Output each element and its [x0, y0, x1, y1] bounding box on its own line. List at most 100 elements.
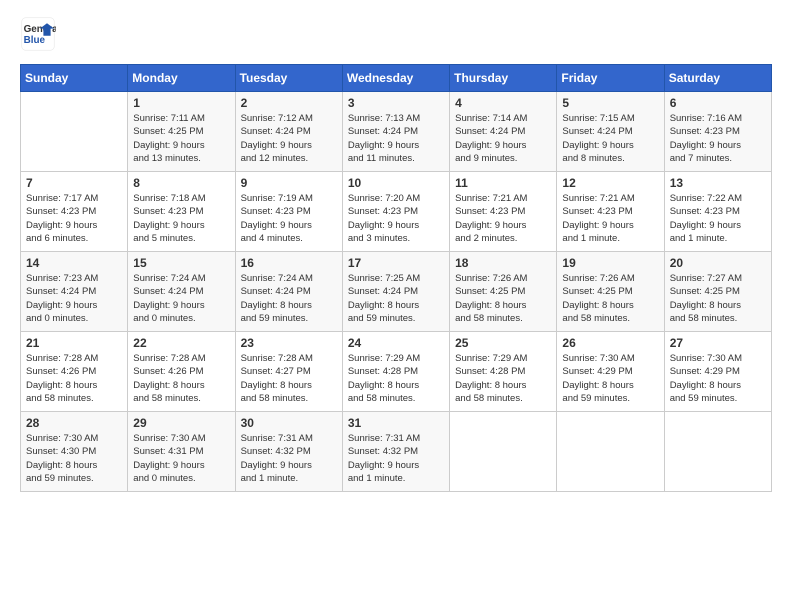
- calendar-cell: 25Sunrise: 7:29 AM Sunset: 4:28 PM Dayli…: [450, 332, 557, 412]
- calendar-cell: 30 Sunrise: 7:31 AM Sunset: 4:32 PM Dayli…: [235, 412, 342, 492]
- cell-info: Sunrise: 7:12 AM Sunset: 4:24 PM Dayligh…: [241, 112, 337, 165]
- cell-info: Sunrise: 7:25 AM Sunset: 4:24 PM Dayligh…: [348, 272, 444, 325]
- calendar-cell: 24 Sunrise: 7:29 AM Sunset: 4:28 PM Dayli…: [342, 332, 449, 412]
- calendar-cell: 23 Sunrise: 7:28 AM Sunset: 4:27 PM Dayli…: [235, 332, 342, 412]
- logo: General Blue: [20, 16, 62, 52]
- cell-info: Sunrise: 7:27 AM Sunset: 4:25 PM Dayligh…: [670, 272, 766, 325]
- cell-info: Sunrise: 7:31 AM Sunset: 4:32 PM Dayligh…: [348, 432, 444, 485]
- day-number: 20: [670, 256, 766, 270]
- svg-text:Blue: Blue: [24, 35, 46, 46]
- day-number: 2: [241, 96, 337, 110]
- day-number: 28: [26, 416, 122, 430]
- day-number: 29: [133, 416, 229, 430]
- calendar-cell: 21 Sunrise: 7:28 AM Sunset: 4:26 PM Dayli…: [21, 332, 128, 412]
- calendar-cell: 29 Sunrise: 7:30 AM Sunset: 4:31 PM Dayli…: [128, 412, 235, 492]
- week-row-0: 1 Sunrise: 7:11 AM Sunset: 4:25 PM Daylig…: [21, 92, 772, 172]
- calendar-cell: 12 Sunrise: 7:21 AM Sunset: 4:23 PM Dayli…: [557, 172, 664, 252]
- calendar-cell: 17 Sunrise: 7:25 AM Sunset: 4:24 PM Dayli…: [342, 252, 449, 332]
- cell-info: Sunrise: 7:28 AM Sunset: 4:26 PM Dayligh…: [26, 352, 122, 405]
- cell-info: Sunrise: 7:22 AM Sunset: 4:23 PM Dayligh…: [670, 192, 766, 245]
- day-number: 9: [241, 176, 337, 190]
- header: General Blue: [20, 16, 772, 52]
- day-number: 6: [670, 96, 766, 110]
- cell-info: Sunrise: 7:15 AM Sunset: 4:24 PM Dayligh…: [562, 112, 658, 165]
- cell-info: Sunrise: 7:31 AM Sunset: 4:32 PM Dayligh…: [241, 432, 337, 485]
- day-number: 24: [348, 336, 444, 350]
- calendar-cell: [664, 412, 771, 492]
- week-row-2: 14 Sunrise: 7:23 AM Sunset: 4:24 PM Dayli…: [21, 252, 772, 332]
- calendar-cell: 4 Sunrise: 7:14 AM Sunset: 4:24 PM Daylig…: [450, 92, 557, 172]
- calendar-cell: 14 Sunrise: 7:23 AM Sunset: 4:24 PM Dayli…: [21, 252, 128, 332]
- cell-info: Sunrise: 7:18 AM Sunset: 4:23 PM Dayligh…: [133, 192, 229, 245]
- day-number: 4: [455, 96, 551, 110]
- week-row-1: 7Sunrise: 7:17 AM Sunset: 4:23 PM Daylig…: [21, 172, 772, 252]
- day-number: 3: [348, 96, 444, 110]
- day-number: 8: [133, 176, 229, 190]
- weekday-thursday: Thursday: [450, 65, 557, 92]
- week-row-4: 28Sunrise: 7:30 AM Sunset: 4:30 PM Dayli…: [21, 412, 772, 492]
- logo-icon: General Blue: [20, 16, 56, 52]
- cell-info: Sunrise: 7:11 AM Sunset: 4:25 PM Dayligh…: [133, 112, 229, 165]
- weekday-friday: Friday: [557, 65, 664, 92]
- day-number: 15: [133, 256, 229, 270]
- weekday-tuesday: Tuesday: [235, 65, 342, 92]
- cell-info: Sunrise: 7:30 AM Sunset: 4:29 PM Dayligh…: [670, 352, 766, 405]
- day-number: 12: [562, 176, 658, 190]
- calendar-cell: [450, 412, 557, 492]
- cell-info: Sunrise: 7:28 AM Sunset: 4:27 PM Dayligh…: [241, 352, 337, 405]
- calendar-cell: 19Sunrise: 7:26 AM Sunset: 4:25 PM Dayli…: [557, 252, 664, 332]
- calendar-cell: 10 Sunrise: 7:20 AM Sunset: 4:23 PM Dayli…: [342, 172, 449, 252]
- weekday-header-row: SundayMondayTuesdayWednesdayThursdayFrid…: [21, 65, 772, 92]
- cell-info: Sunrise: 7:30 AM Sunset: 4:31 PM Dayligh…: [133, 432, 229, 485]
- calendar-cell: 26 Sunrise: 7:30 AM Sunset: 4:29 PM Dayli…: [557, 332, 664, 412]
- cell-info: Sunrise: 7:26 AM Sunset: 4:25 PM Dayligh…: [455, 272, 551, 325]
- calendar-cell: 15Sunrise: 7:24 AM Sunset: 4:24 PM Dayli…: [128, 252, 235, 332]
- calendar-cell: 9 Sunrise: 7:19 AM Sunset: 4:23 PM Daylig…: [235, 172, 342, 252]
- calendar-cell: 22Sunrise: 7:28 AM Sunset: 4:26 PM Dayli…: [128, 332, 235, 412]
- calendar-cell: 20 Sunrise: 7:27 AM Sunset: 4:25 PM Dayli…: [664, 252, 771, 332]
- calendar-cell: 8 Sunrise: 7:18 AM Sunset: 4:23 PM Daylig…: [128, 172, 235, 252]
- day-number: 1: [133, 96, 229, 110]
- cell-info: Sunrise: 7:19 AM Sunset: 4:23 PM Dayligh…: [241, 192, 337, 245]
- cell-info: Sunrise: 7:14 AM Sunset: 4:24 PM Dayligh…: [455, 112, 551, 165]
- cell-info: Sunrise: 7:21 AM Sunset: 4:23 PM Dayligh…: [562, 192, 658, 245]
- day-number: 18: [455, 256, 551, 270]
- calendar-cell: 1 Sunrise: 7:11 AM Sunset: 4:25 PM Daylig…: [128, 92, 235, 172]
- calendar-cell: 27 Sunrise: 7:30 AM Sunset: 4:29 PM Dayli…: [664, 332, 771, 412]
- calendar-cell: 2 Sunrise: 7:12 AM Sunset: 4:24 PM Daylig…: [235, 92, 342, 172]
- day-number: 27: [670, 336, 766, 350]
- calendar-table: SundayMondayTuesdayWednesdayThursdayFrid…: [20, 64, 772, 492]
- svg-text:General: General: [24, 24, 56, 35]
- day-number: 21: [26, 336, 122, 350]
- week-row-3: 21 Sunrise: 7:28 AM Sunset: 4:26 PM Dayli…: [21, 332, 772, 412]
- cell-info: Sunrise: 7:23 AM Sunset: 4:24 PM Dayligh…: [26, 272, 122, 325]
- calendar-cell: 11 Sunrise: 7:21 AM Sunset: 4:23 PM Dayli…: [450, 172, 557, 252]
- calendar-cell: 13Sunrise: 7:22 AM Sunset: 4:23 PM Dayli…: [664, 172, 771, 252]
- day-number: 31: [348, 416, 444, 430]
- calendar-cell: 6 Sunrise: 7:16 AM Sunset: 4:23 PM Daylig…: [664, 92, 771, 172]
- cell-info: Sunrise: 7:29 AM Sunset: 4:28 PM Dayligh…: [348, 352, 444, 405]
- cell-info: Sunrise: 7:30 AM Sunset: 4:29 PM Dayligh…: [562, 352, 658, 405]
- day-number: 30: [241, 416, 337, 430]
- day-number: 16: [241, 256, 337, 270]
- cell-info: Sunrise: 7:16 AM Sunset: 4:23 PM Dayligh…: [670, 112, 766, 165]
- calendar-cell: 16Sunrise: 7:24 AM Sunset: 4:24 PM Dayli…: [235, 252, 342, 332]
- cell-info: Sunrise: 7:28 AM Sunset: 4:26 PM Dayligh…: [133, 352, 229, 405]
- day-number: 11: [455, 176, 551, 190]
- calendar-cell: 3 Sunrise: 7:13 AM Sunset: 4:24 PM Daylig…: [342, 92, 449, 172]
- day-number: 19: [562, 256, 658, 270]
- calendar-cell: 28Sunrise: 7:30 AM Sunset: 4:30 PM Dayli…: [21, 412, 128, 492]
- day-number: 17: [348, 256, 444, 270]
- day-number: 14: [26, 256, 122, 270]
- weekday-sunday: Sunday: [21, 65, 128, 92]
- day-number: 23: [241, 336, 337, 350]
- cell-info: Sunrise: 7:13 AM Sunset: 4:24 PM Dayligh…: [348, 112, 444, 165]
- day-number: 10: [348, 176, 444, 190]
- cell-info: Sunrise: 7:20 AM Sunset: 4:23 PM Dayligh…: [348, 192, 444, 245]
- calendar-cell: 18 Sunrise: 7:26 AM Sunset: 4:25 PM Dayli…: [450, 252, 557, 332]
- cell-info: Sunrise: 7:17 AM Sunset: 4:23 PM Dayligh…: [26, 192, 122, 245]
- calendar-cell: 31 Sunrise: 7:31 AM Sunset: 4:32 PM Dayli…: [342, 412, 449, 492]
- day-number: 25: [455, 336, 551, 350]
- day-number: 26: [562, 336, 658, 350]
- cell-info: Sunrise: 7:21 AM Sunset: 4:23 PM Dayligh…: [455, 192, 551, 245]
